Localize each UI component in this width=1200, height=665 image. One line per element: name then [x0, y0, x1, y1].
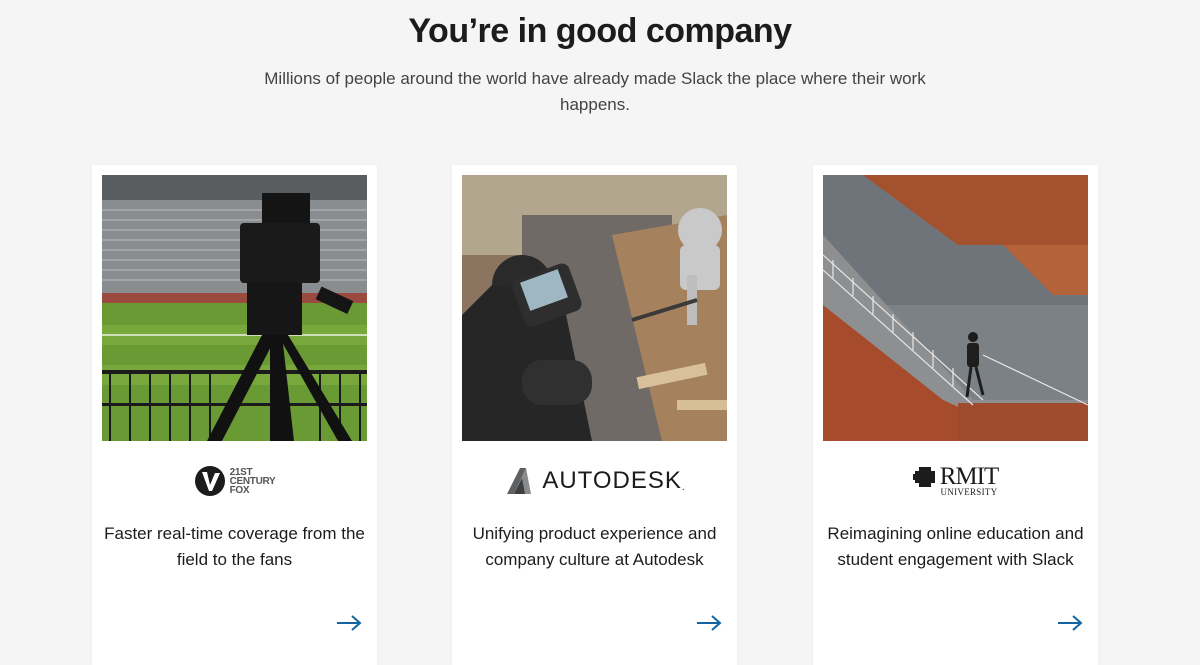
arrow-right-icon[interactable]: [1056, 613, 1084, 633]
customer-card-rmit[interactable]: RMIT UNIVERSITY Reimagining online educa…: [813, 165, 1098, 665]
customer-card-autodesk[interactable]: AUTODESK. Unifying product experience an…: [452, 165, 737, 665]
section-title: You’re in good company: [408, 12, 792, 50]
arrow-right-icon[interactable]: [335, 613, 363, 633]
rmit-pixel-icon: [912, 467, 935, 487]
card-description: Unifying product experience and company …: [472, 524, 717, 569]
card-description: Reimagining online education and student…: [827, 524, 1084, 569]
fox-logo-line-3: FOX: [229, 484, 250, 496]
rmit-wordmark: RMIT: [939, 463, 999, 490]
rmit-logo: RMIT UNIVERSITY: [813, 457, 1098, 505]
fox-logo: 21ST CENTURY FOX: [92, 457, 377, 505]
tv-camera-stadium-image: [102, 175, 367, 441]
card-description: Faster real-time coverage from the field…: [104, 524, 365, 569]
autodesk-a-icon: [507, 468, 532, 494]
customer-card-fox[interactable]: 21ST CENTURY FOX Faster real-time covera…: [92, 165, 377, 665]
person-staircase-image: [823, 175, 1088, 441]
arrow-right-icon[interactable]: [695, 613, 723, 633]
autodesk-logo-mark: .: [681, 481, 685, 493]
autodesk-logo: AUTODESK.: [452, 457, 737, 505]
engineer-robot-image: [462, 175, 727, 441]
fox-emblem-icon: [194, 466, 225, 496]
autodesk-wordmark: AUTODESK: [542, 467, 682, 494]
rmit-sub-wordmark: UNIVERSITY: [940, 487, 998, 497]
section-subtitle: Millions of people around the world have…: [264, 69, 926, 114]
